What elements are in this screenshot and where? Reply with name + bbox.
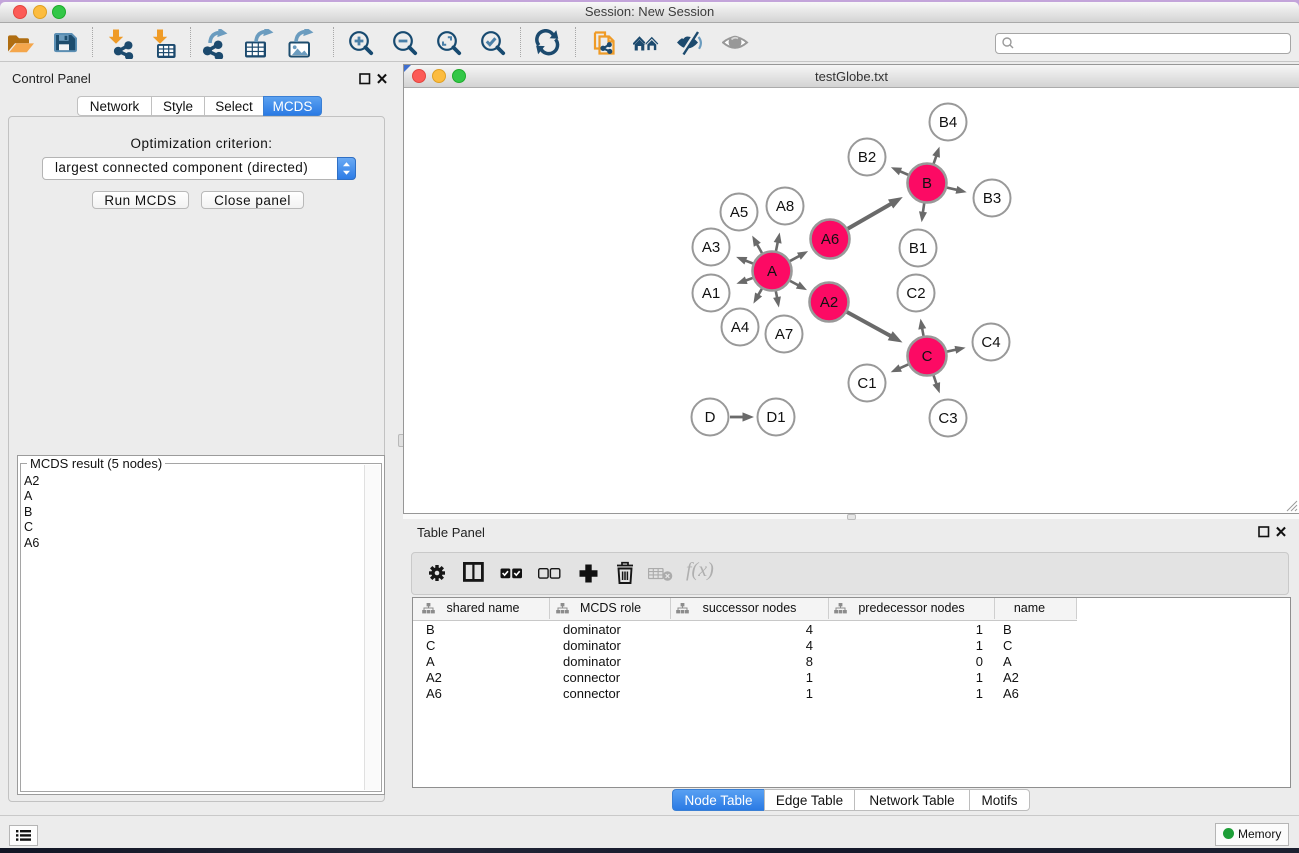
svg-text:C4: C4: [981, 334, 1000, 351]
svg-text:B2: B2: [858, 149, 876, 166]
svg-text:D: D: [705, 409, 716, 426]
svg-text:C: C: [922, 348, 933, 365]
svg-text:B4: B4: [939, 114, 957, 131]
svg-text:A2: A2: [820, 294, 838, 311]
svg-text:A8: A8: [776, 198, 794, 215]
svg-text:C1: C1: [857, 375, 876, 392]
svg-text:B: B: [922, 175, 932, 192]
svg-text:B1: B1: [909, 240, 927, 257]
svg-text:C2: C2: [906, 285, 925, 302]
svg-text:A6: A6: [821, 231, 839, 248]
svg-text:A5: A5: [730, 204, 748, 221]
svg-text:A4: A4: [731, 319, 749, 336]
svg-text:A: A: [767, 263, 777, 280]
svg-text:D1: D1: [766, 409, 785, 426]
svg-text:C3: C3: [938, 410, 957, 427]
svg-text:B3: B3: [983, 190, 1001, 207]
svg-text:A7: A7: [775, 326, 793, 343]
svg-text:A3: A3: [702, 239, 720, 256]
svg-text:A1: A1: [702, 285, 720, 302]
